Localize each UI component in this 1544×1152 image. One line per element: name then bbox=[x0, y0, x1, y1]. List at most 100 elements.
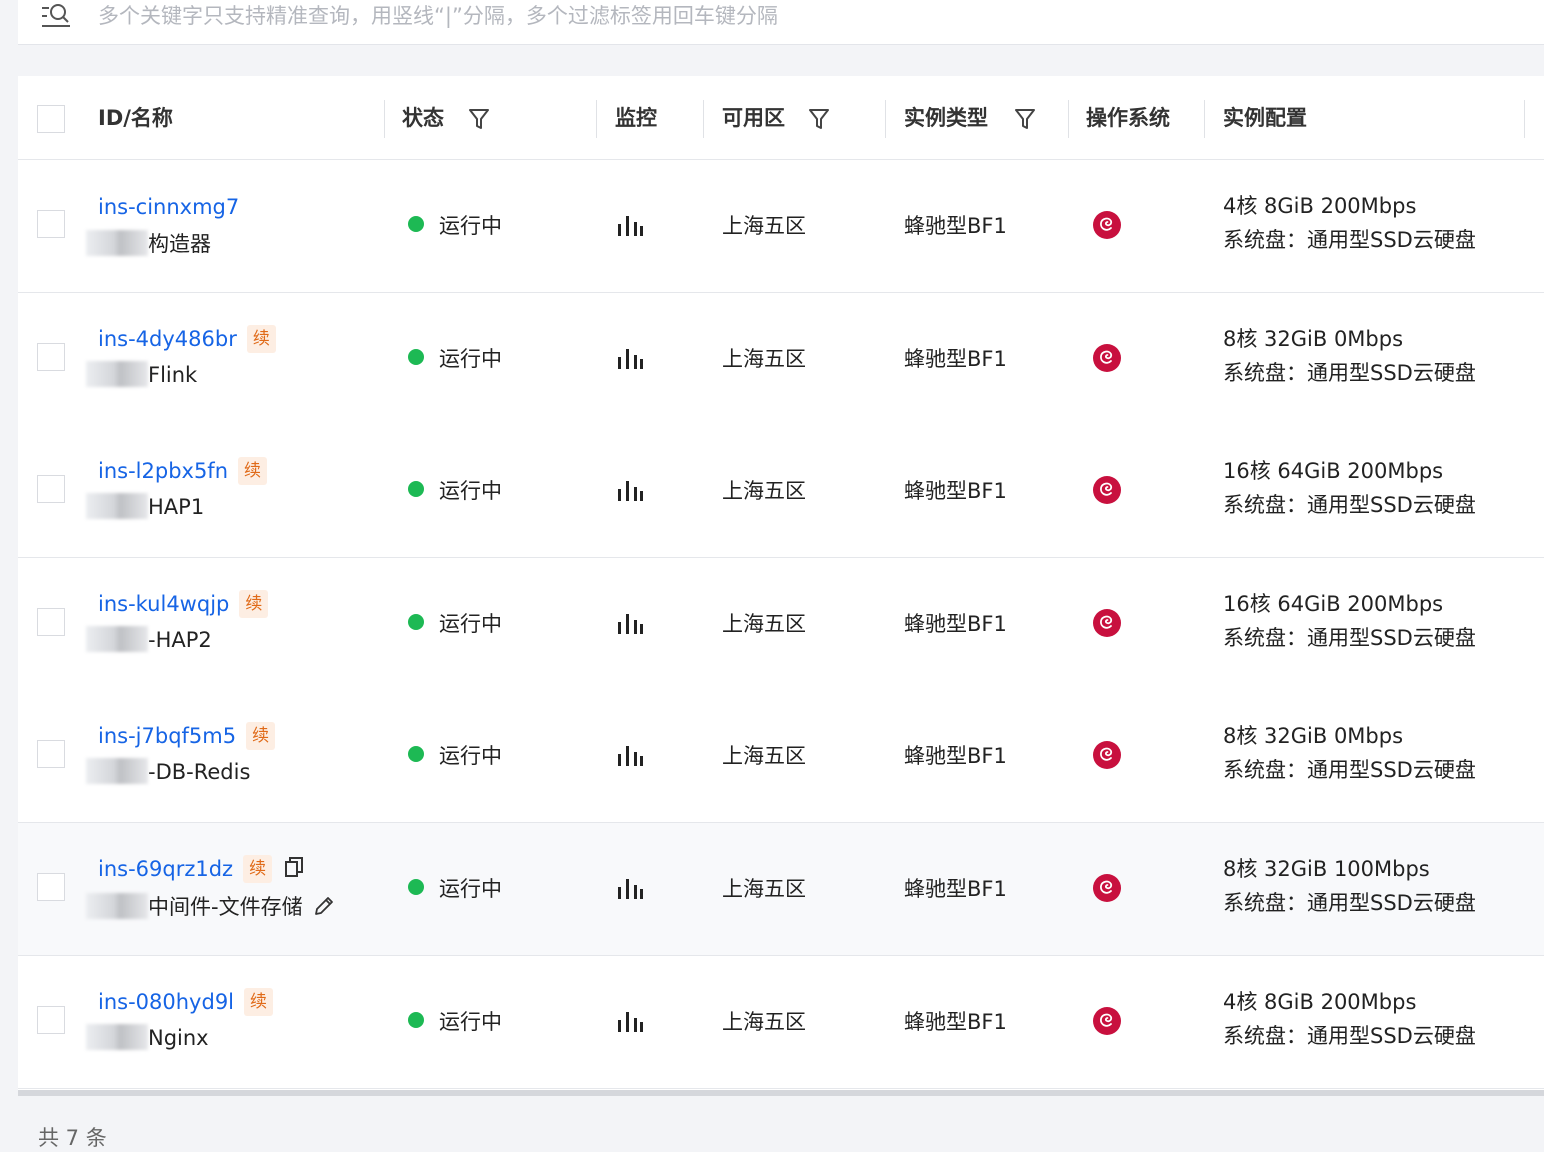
status-text: 运行中 bbox=[439, 1010, 502, 1034]
config-cell: 8核 32GiB 0Mbps 系统盘：通用型SSD云硬盘 bbox=[1223, 719, 1476, 787]
instance-type-cell: 蜂驰型BF1 bbox=[904, 612, 1007, 636]
instance-id-link[interactable]: ins-080hyd9l bbox=[98, 990, 234, 1014]
status-cell: 运行中 bbox=[408, 740, 502, 770]
name-redaction bbox=[86, 493, 148, 519]
os-cell bbox=[1092, 873, 1122, 908]
row-checkbox[interactable] bbox=[37, 210, 65, 238]
renew-badge[interactable]: 续 bbox=[244, 988, 274, 1016]
instance-id-link[interactable]: ins-j7bqf5m5 bbox=[98, 724, 236, 748]
config-spec: 8核 32GiB 100Mbps bbox=[1223, 857, 1430, 881]
status-text: 运行中 bbox=[439, 612, 502, 636]
instance-name-cell: HAP1 bbox=[86, 493, 205, 519]
config-spec: 4核 8GiB 200Mbps bbox=[1223, 990, 1417, 1014]
renew-badge[interactable]: 续 bbox=[246, 325, 276, 353]
renew-badge[interactable]: 续 bbox=[243, 855, 273, 883]
status-cell: 运行中 bbox=[408, 475, 502, 505]
instance-id-link[interactable]: ins-4dy486br bbox=[98, 327, 237, 351]
table-row[interactable]: ins-cinnxmg7 构造器 运行中 上海五区 蜂驰型BF1 4核 8GiB… bbox=[18, 160, 1544, 293]
status-filter-icon[interactable] bbox=[468, 107, 490, 131]
instance-type-cell: 蜂驰型BF1 bbox=[904, 744, 1007, 768]
zone-cell: 上海五区 bbox=[722, 744, 806, 768]
name-redaction bbox=[86, 230, 148, 256]
status-cell: 运行中 bbox=[408, 343, 502, 373]
instance-name: 构造器 bbox=[148, 232, 211, 256]
search-icon[interactable] bbox=[40, 2, 72, 30]
search-input[interactable] bbox=[98, 0, 1298, 32]
instance-name: Flink bbox=[148, 363, 198, 387]
row-checkbox[interactable] bbox=[37, 1006, 65, 1034]
instance-name-cell: -DB-Redis bbox=[86, 758, 250, 784]
name-redaction bbox=[86, 758, 148, 784]
column-header-status: 状态 bbox=[402, 98, 522, 138]
zone-cell: 上海五区 bbox=[722, 479, 806, 503]
instance-name-cell: 构造器 bbox=[86, 228, 211, 258]
monitor-icon[interactable] bbox=[616, 214, 644, 238]
config-cell: 8核 32GiB 0Mbps 系统盘：通用型SSD云硬盘 bbox=[1223, 322, 1476, 390]
monitor-icon[interactable] bbox=[616, 877, 644, 901]
renew-badge[interactable]: 续 bbox=[246, 722, 276, 750]
os-cell bbox=[1092, 343, 1122, 378]
table-row[interactable]: ins-kul4wqjp 续 -HAP2 运行中 上海五区 蜂驰型BF1 16核… bbox=[18, 558, 1544, 691]
config-spec: 8核 32GiB 0Mbps bbox=[1223, 327, 1404, 351]
config-spec: 4核 8GiB 200Mbps bbox=[1223, 194, 1417, 218]
column-header-zone-label: 可用区 bbox=[722, 106, 785, 130]
monitor-icon[interactable] bbox=[616, 612, 644, 636]
debian-icon bbox=[1093, 609, 1121, 637]
instance-id-link[interactable]: ins-cinnxmg7 bbox=[98, 195, 239, 219]
monitor-icon[interactable] bbox=[616, 347, 644, 371]
zone-cell: 上海五区 bbox=[722, 1010, 806, 1034]
row-checkbox[interactable] bbox=[37, 475, 65, 503]
table-row[interactable]: ins-j7bqf5m5 续 -DB-Redis 运行中 上海五区 蜂驰型BF1 bbox=[18, 690, 1544, 823]
instance-type-cell: 蜂驰型BF1 bbox=[904, 347, 1007, 371]
status-running-dot bbox=[408, 481, 424, 497]
table-row[interactable]: ins-69qrz1dz 续 中间件-文件存储 运行中 上海五区 蜂驰型BF1 … bbox=[18, 823, 1544, 956]
zone-filter-icon[interactable] bbox=[808, 107, 830, 131]
table-row[interactable]: ins-080hyd9l 续 Nginx 运行中 上海五区 蜂驰型BF1 4核 … bbox=[18, 956, 1544, 1089]
row-checkbox[interactable] bbox=[37, 740, 65, 768]
config-cell: 4核 8GiB 200Mbps 系统盘：通用型SSD云硬盘 bbox=[1223, 189, 1476, 257]
instance-name: HAP1 bbox=[148, 495, 205, 519]
row-checkbox[interactable] bbox=[37, 343, 65, 371]
config-cell: 16核 64GiB 200Mbps 系统盘：通用型SSD云硬盘 bbox=[1223, 587, 1476, 655]
renew-badge[interactable]: 续 bbox=[239, 590, 269, 618]
instance-id-link[interactable]: ins-kul4wqjp bbox=[98, 592, 229, 616]
status-running-dot bbox=[408, 349, 424, 365]
monitor-icon[interactable] bbox=[616, 1010, 644, 1034]
column-divider bbox=[596, 100, 597, 138]
copy-icon[interactable] bbox=[284, 856, 304, 878]
row-checkbox[interactable] bbox=[37, 873, 65, 901]
config-disk: 系统盘：通用型SSD云硬盘 bbox=[1223, 758, 1476, 782]
instance-id-link[interactable]: ins-l2pbx5fn bbox=[98, 459, 228, 483]
select-all-checkbox[interactable] bbox=[37, 105, 65, 133]
table-row[interactable]: ins-4dy486br 续 Flink 运行中 上海五区 蜂驰型BF1 8核 … bbox=[18, 293, 1544, 426]
row-checkbox[interactable] bbox=[37, 608, 65, 636]
monitor-cell bbox=[616, 1010, 644, 1039]
edit-icon[interactable] bbox=[313, 895, 335, 917]
name-redaction bbox=[86, 1024, 148, 1050]
monitor-cell bbox=[616, 214, 644, 243]
monitor-icon[interactable] bbox=[616, 479, 644, 503]
name-redaction bbox=[86, 626, 148, 652]
instance-name-cell: 中间件-文件存储 bbox=[86, 891, 335, 921]
instance-type-cell: 蜂驰型BF1 bbox=[904, 877, 1007, 901]
status-text: 运行中 bbox=[439, 347, 502, 371]
status-running-dot bbox=[408, 614, 424, 630]
monitor-icon[interactable] bbox=[616, 744, 644, 768]
instance-type-filter-icon[interactable] bbox=[1014, 107, 1036, 131]
table-row[interactable]: ins-l2pbx5fn 续 HAP1 运行中 上海五区 蜂驰型BF1 16核 … bbox=[18, 425, 1544, 558]
instance-id-cell: ins-j7bqf5m5 续 bbox=[98, 722, 276, 750]
name-redaction bbox=[86, 361, 148, 387]
monitor-cell bbox=[616, 877, 644, 906]
config-disk: 系统盘：通用型SSD云硬盘 bbox=[1223, 228, 1476, 252]
renew-badge[interactable]: 续 bbox=[238, 457, 268, 485]
debian-icon bbox=[1093, 211, 1121, 239]
config-spec: 16核 64GiB 200Mbps bbox=[1223, 592, 1444, 616]
column-header-id-name: ID/名称 bbox=[98, 106, 173, 130]
instance-id-cell: ins-080hyd9l 续 bbox=[98, 988, 274, 1016]
zone-cell: 上海五区 bbox=[722, 877, 806, 901]
status-text: 运行中 bbox=[439, 877, 502, 901]
status-running-dot bbox=[408, 746, 424, 762]
column-header-config: 实例配置 bbox=[1223, 106, 1307, 130]
instance-id-link[interactable]: ins-69qrz1dz bbox=[98, 857, 233, 881]
name-redaction bbox=[86, 893, 148, 919]
